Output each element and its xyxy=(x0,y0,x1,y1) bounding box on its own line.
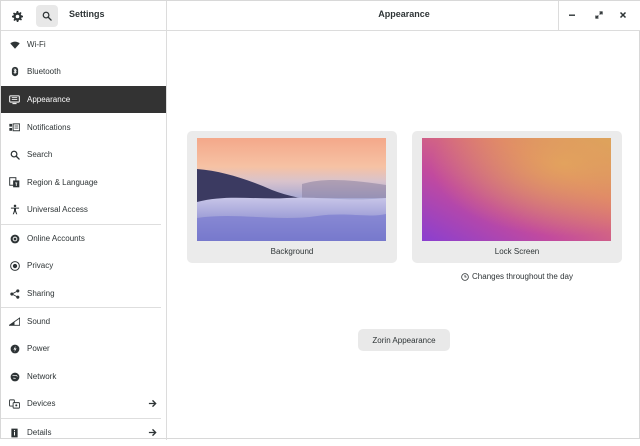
details-icon xyxy=(9,427,20,438)
minimize-icon xyxy=(569,14,575,16)
sidebar-item-label: Region & Language xyxy=(27,178,98,187)
sidebar-item-label: Details xyxy=(27,428,52,437)
sidebar-item-online-accounts[interactable]: Online Accounts xyxy=(1,225,166,252)
sidebar-item-sharing[interactable]: Sharing xyxy=(1,280,166,307)
sidebar: Wi-Fi Bluetooth Appearance Notifications… xyxy=(1,31,167,440)
sidebar-item-label: Appearance xyxy=(27,95,71,104)
minimize-button[interactable] xyxy=(563,6,581,24)
notifications-icon xyxy=(9,122,20,133)
sidebar-item-wifi[interactable]: Wi-Fi xyxy=(1,31,166,58)
sidebar-item-privacy[interactable]: Privacy xyxy=(1,252,166,279)
wifi-icon xyxy=(9,39,20,50)
region-icon xyxy=(9,177,20,188)
sidebar-item-label: Notifications xyxy=(27,123,71,132)
sidebar-item-label: Sound xyxy=(27,317,51,326)
header-left: Settings xyxy=(1,1,167,30)
sidebar-item-label: Wi-Fi xyxy=(27,40,46,49)
sidebar-item-search[interactable]: Search xyxy=(1,141,166,168)
sidebar-item-power[interactable]: Power xyxy=(1,335,166,362)
sidebar-item-details[interactable]: Details xyxy=(1,419,166,446)
sidebar-item-label: Sharing xyxy=(27,289,55,298)
sidebar-item-label: Search xyxy=(27,150,53,159)
header-bar: Settings Appearance xyxy=(1,1,640,31)
share-icon xyxy=(9,288,20,299)
sound-icon xyxy=(9,316,20,327)
sidebar-item-label: Devices xyxy=(27,399,56,408)
arrow-right-icon xyxy=(147,399,157,409)
background-thumbnail xyxy=(197,138,386,241)
sidebar-item-network[interactable]: Network xyxy=(1,363,166,390)
accessibility-icon xyxy=(9,204,20,215)
sidebar-item-label: Online Accounts xyxy=(27,234,85,243)
bluetooth-icon xyxy=(9,66,20,77)
sidebar-item-label: Network xyxy=(27,372,57,381)
sidebar-item-label: Power xyxy=(27,344,50,353)
settings-title: Settings xyxy=(69,9,105,19)
sidebar-item-label: Privacy xyxy=(27,261,54,270)
lock-screen-thumbnail xyxy=(422,138,611,241)
privacy-icon xyxy=(9,260,20,271)
lock-screen-label: Lock Screen xyxy=(494,247,540,256)
maximize-button[interactable] xyxy=(590,6,608,24)
sidebar-item-universal-access[interactable]: Universal Access xyxy=(1,196,166,223)
gear-icon xyxy=(11,10,23,22)
changes-throughout-day: Changes throughout the day xyxy=(412,272,622,281)
online-accounts-icon xyxy=(9,233,20,244)
maximize-icon xyxy=(595,11,603,19)
background-label: Background xyxy=(270,247,314,256)
devices-icon xyxy=(9,398,20,409)
sidebar-item-notifications[interactable]: Notifications xyxy=(1,114,166,141)
display-icon xyxy=(9,94,20,105)
zorin-appearance-button[interactable]: Zorin Appearance xyxy=(358,329,450,351)
search-icon xyxy=(42,11,52,21)
sidebar-item-region-language[interactable]: Region & Language xyxy=(1,169,166,196)
sidebar-item-label: Universal Access xyxy=(27,205,88,214)
clock-icon xyxy=(461,272,469,281)
background-tile[interactable]: Background xyxy=(187,131,397,263)
sidebar-item-label: Bluetooth xyxy=(27,67,61,76)
search-button[interactable] xyxy=(36,5,58,27)
settings-window: Settings Appearance Wi-Fi Bluetooth Appe… xyxy=(0,0,640,440)
sidebar-item-devices[interactable]: Devices xyxy=(1,390,166,417)
sidebar-item-appearance[interactable]: Appearance xyxy=(1,86,166,113)
sidebar-item-bluetooth[interactable]: Bluetooth xyxy=(1,58,166,85)
power-icon xyxy=(9,343,20,354)
close-button[interactable] xyxy=(614,6,632,24)
window-controls-separator xyxy=(558,1,559,30)
network-icon xyxy=(9,371,20,382)
changes-label: Changes throughout the day xyxy=(472,272,573,281)
search-icon xyxy=(9,149,20,160)
arrow-right-icon xyxy=(147,428,157,438)
settings-menu-button[interactable] xyxy=(6,5,28,27)
close-icon xyxy=(619,11,627,19)
lock-screen-tile[interactable]: Lock Screen xyxy=(412,131,622,263)
sidebar-item-sound[interactable]: Sound xyxy=(1,308,166,335)
